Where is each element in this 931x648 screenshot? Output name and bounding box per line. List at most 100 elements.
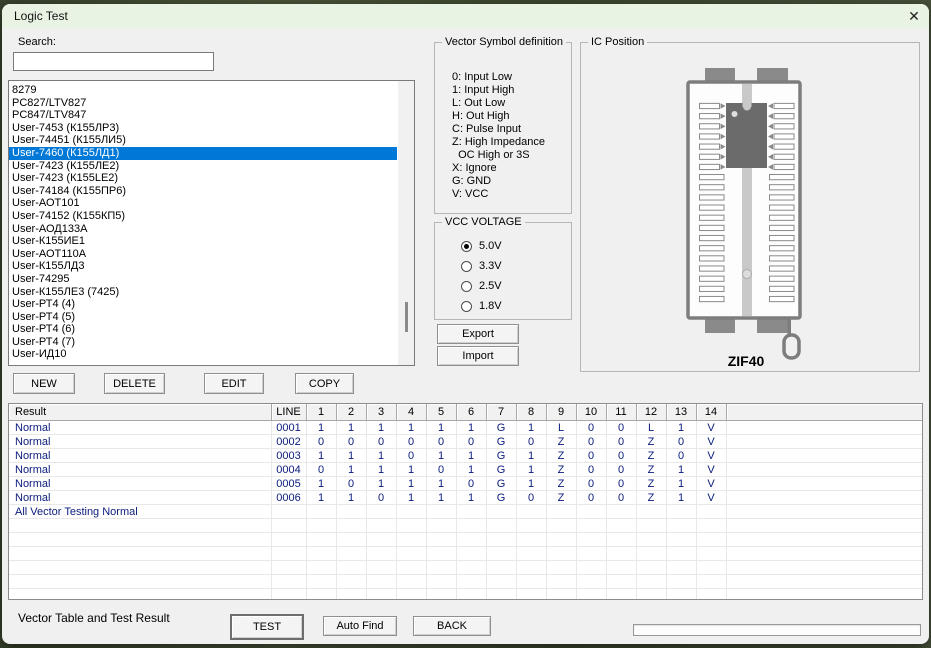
value-cell bbox=[726, 463, 922, 477]
empty-row[interactable] bbox=[9, 547, 922, 561]
export-button[interactable]: Export bbox=[437, 324, 519, 344]
close-icon[interactable]: ✕ bbox=[899, 4, 929, 28]
lever-handle[interactable] bbox=[784, 335, 799, 358]
value-cell: Z bbox=[546, 449, 576, 463]
list-item[interactable]: User-74295 bbox=[9, 273, 397, 286]
vector-symbol-lines: 0: Input Low1: Input HighL: Out LowH: Ou… bbox=[452, 71, 545, 201]
result-cell: Normal bbox=[9, 435, 271, 449]
empty-row[interactable] bbox=[9, 589, 922, 601]
vector-row[interactable]: Normal0002000000G0Z00Z0V bbox=[9, 435, 922, 449]
radio-icon[interactable] bbox=[461, 301, 472, 312]
value-cell: Z bbox=[636, 449, 666, 463]
empty-row[interactable] bbox=[9, 575, 922, 589]
list-item[interactable]: User-К155ИЕ1 bbox=[9, 235, 397, 248]
value-cell: V bbox=[696, 491, 726, 505]
list-item[interactable]: PC827/LTV827 bbox=[9, 97, 397, 110]
list-item[interactable]: User-АОТ110А bbox=[9, 248, 397, 261]
result-cell bbox=[9, 575, 271, 589]
value-cell bbox=[726, 505, 922, 519]
listbox-scrollbar[interactable] bbox=[398, 81, 414, 365]
vcc-option[interactable]: 3.3V bbox=[461, 256, 502, 276]
value-cell bbox=[336, 575, 366, 589]
result-cell bbox=[9, 519, 271, 533]
list-item[interactable]: 8279 bbox=[9, 84, 397, 97]
line-cell bbox=[271, 505, 306, 519]
vcc-option[interactable]: 1.8V bbox=[461, 296, 502, 316]
vector-row[interactable]: Normal0006110111G0Z00Z1V bbox=[9, 491, 922, 505]
value-cell: 1 bbox=[336, 421, 366, 435]
value-cell bbox=[666, 519, 696, 533]
column-header: Result bbox=[9, 404, 271, 421]
value-cell: 1 bbox=[666, 491, 696, 505]
value-cell: 0 bbox=[606, 449, 636, 463]
list-item[interactable]: User-РТ4 (7) bbox=[9, 336, 397, 349]
test-button[interactable]: TEST bbox=[230, 614, 304, 640]
list-item[interactable]: User-АОТ101 bbox=[9, 197, 397, 210]
search-input[interactable] bbox=[13, 52, 214, 71]
list-item[interactable]: User-К155ЛЕ3 (7425) bbox=[9, 286, 397, 299]
summary-row[interactable]: All Vector Testing Normal bbox=[9, 505, 922, 519]
list-item[interactable]: User-74451 (К155ЛИ5) bbox=[9, 134, 397, 147]
column-header: 4 bbox=[396, 404, 426, 421]
value-cell: G bbox=[486, 491, 516, 505]
auto-find-button[interactable]: Auto Find bbox=[323, 616, 397, 636]
value-cell bbox=[726, 589, 922, 601]
edit-button[interactable]: EDIT bbox=[204, 373, 264, 394]
value-cell bbox=[396, 519, 426, 533]
value-cell: G bbox=[486, 463, 516, 477]
value-cell: V bbox=[696, 421, 726, 435]
value-cell: 0 bbox=[576, 463, 606, 477]
radio-icon[interactable] bbox=[461, 281, 472, 292]
symbol-line: 1: Input High bbox=[452, 84, 545, 97]
list-item[interactable]: PC847/LTV847 bbox=[9, 109, 397, 122]
value-cell bbox=[606, 589, 636, 601]
value-cell: 1 bbox=[336, 463, 366, 477]
vector-row[interactable]: Normal0003111011G1Z00Z0V bbox=[9, 449, 922, 463]
empty-row[interactable] bbox=[9, 561, 922, 575]
desktop-background: Logic Test ✕ Search: 8279PC827/LTV827PC8… bbox=[0, 0, 931, 648]
new-button[interactable]: NEW bbox=[13, 373, 75, 394]
list-item[interactable]: User-АОД133А bbox=[9, 223, 397, 236]
list-item[interactable]: User-ИД10 bbox=[9, 348, 397, 361]
value-cell bbox=[666, 533, 696, 547]
list-item[interactable]: User-7453 (К155ЛР3) bbox=[9, 122, 397, 135]
vector-row[interactable]: Normal0004011101G1Z00Z1V bbox=[9, 463, 922, 477]
empty-row[interactable] bbox=[9, 519, 922, 533]
list-item[interactable]: User-РТ4 (5) bbox=[9, 311, 397, 324]
radio-icon[interactable] bbox=[461, 241, 472, 252]
vector-row[interactable]: Normal0005101110G1Z00Z1V bbox=[9, 477, 922, 491]
list-item[interactable]: User-7423 (К155ЛЕ2) bbox=[9, 160, 397, 173]
back-button[interactable]: BACK bbox=[413, 616, 491, 636]
list-item[interactable]: User-7423 (К155LE2) bbox=[9, 172, 397, 185]
vector-row[interactable]: Normal0001111111G1L00L1V bbox=[9, 421, 922, 435]
vcc-option[interactable]: 5.0V bbox=[461, 236, 502, 256]
list-item[interactable]: User-К155ЛД3 bbox=[9, 260, 397, 273]
copy-button[interactable]: COPY bbox=[295, 373, 354, 394]
column-header: 9 bbox=[546, 404, 576, 421]
radio-icon[interactable] bbox=[461, 261, 472, 272]
value-cell bbox=[486, 547, 516, 561]
value-cell: G bbox=[486, 449, 516, 463]
value-cell bbox=[366, 561, 396, 575]
symbol-line: 0: Input Low bbox=[452, 71, 545, 84]
delete-button[interactable]: DELETE bbox=[104, 373, 165, 394]
value-cell: 0 bbox=[366, 491, 396, 505]
value-cell: 1 bbox=[396, 463, 426, 477]
empty-row[interactable] bbox=[9, 533, 922, 547]
value-cell: V bbox=[696, 449, 726, 463]
list-item[interactable]: User-РТ4 (6) bbox=[9, 323, 397, 336]
list-item[interactable]: User-74184 (К155ПР6) bbox=[9, 185, 397, 198]
value-cell bbox=[456, 505, 486, 519]
value-cell: 1 bbox=[456, 463, 486, 477]
list-item[interactable]: User-РТ4 (4) bbox=[9, 298, 397, 311]
value-cell bbox=[396, 589, 426, 601]
import-button[interactable]: Import bbox=[437, 346, 519, 366]
scrollbar-thumb[interactable] bbox=[405, 302, 408, 332]
line-cell: 0003 bbox=[271, 449, 306, 463]
list-item[interactable]: User-7460 (К155ЛД1) bbox=[9, 147, 397, 160]
list-item[interactable]: User-74152 (К155КП5) bbox=[9, 210, 397, 223]
value-cell: Z bbox=[546, 463, 576, 477]
value-cell bbox=[546, 561, 576, 575]
vcc-option[interactable]: 2.5V bbox=[461, 276, 502, 296]
vector-table-grid: ResultLINE1234567891011121314 Normal0001… bbox=[9, 404, 922, 600]
